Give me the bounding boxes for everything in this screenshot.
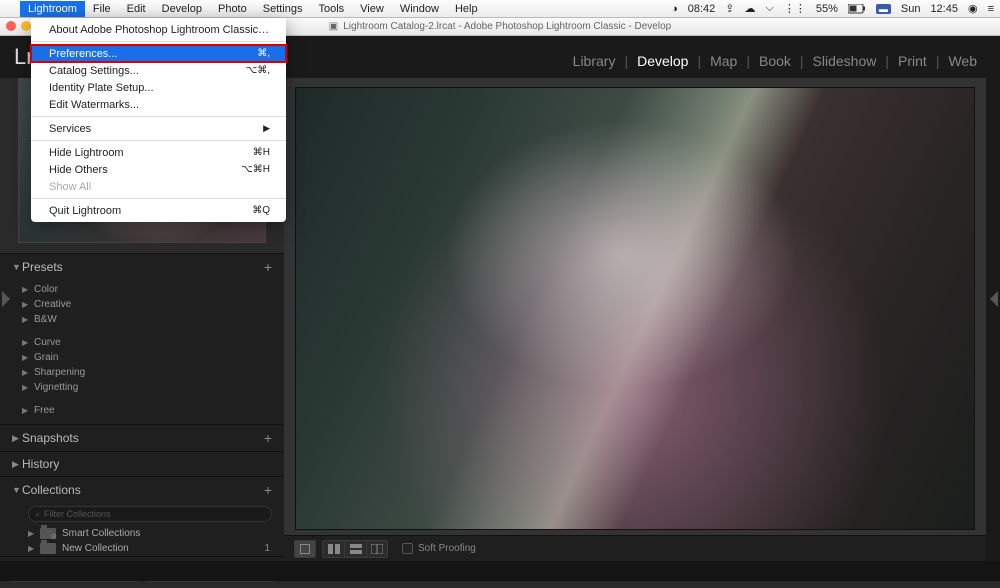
collection-item[interactable]: ▶ New Collection1 xyxy=(0,541,284,556)
smart-collection-folder-icon xyxy=(40,528,56,539)
expand-right-arrow-icon[interactable] xyxy=(990,291,998,307)
preset-group[interactable]: ▶Sharpening xyxy=(18,365,280,380)
presets-panel: ▼ Presets + ▶Color ▶Creative ▶B&W ▶Curve… xyxy=(0,253,284,424)
menu-catalog-settings[interactable]: Catalog Settings...⌥⌘, xyxy=(31,62,286,79)
snapshots-header[interactable]: ▶ Snapshots + xyxy=(0,425,284,451)
menu-quit[interactable]: Quit Lightroom⌘Q xyxy=(31,202,286,219)
battery-percent: 55% xyxy=(816,3,838,15)
module-book[interactable]: Book xyxy=(750,53,800,69)
menu-services[interactable]: Services▶ xyxy=(31,120,286,137)
collection-item[interactable]: ▶ Smart Collections xyxy=(0,526,284,541)
battery-icon xyxy=(848,4,866,14)
module-develop[interactable]: Develop xyxy=(628,53,697,69)
preset-group[interactable]: ▶Creative xyxy=(18,297,280,312)
menu-help[interactable]: Help xyxy=(447,1,486,17)
clock-right: 12:45 xyxy=(930,3,958,15)
soft-proofing-toggle[interactable]: Soft Proofing xyxy=(402,543,476,554)
filmstrip-collapsed[interactable] xyxy=(0,561,1000,581)
before-after-tb-button[interactable] xyxy=(344,540,366,558)
flag-icon[interactable]: ▬ xyxy=(876,4,891,14)
menu-hide-others[interactable]: Hide Others⌥⌘H xyxy=(31,161,286,178)
preset-group[interactable]: ▶Free xyxy=(18,403,280,418)
right-panel-collapsed[interactable] xyxy=(986,78,1000,561)
module-library[interactable]: Library xyxy=(564,53,625,69)
close-window-icon[interactable] xyxy=(6,21,16,31)
minimize-window-icon[interactable] xyxy=(21,21,31,31)
before-after-lr-button[interactable] xyxy=(322,540,344,558)
filter-collections-input[interactable]: ⌕ Filter Collections xyxy=(28,506,272,522)
module-slideshow[interactable]: Slideshow xyxy=(804,53,886,69)
module-map[interactable]: Map xyxy=(701,53,746,69)
menu-develop[interactable]: Develop xyxy=(154,1,210,17)
add-preset-icon[interactable]: + xyxy=(264,259,272,275)
preset-group[interactable]: ▶B&W xyxy=(18,312,280,327)
disclosure-right-icon: ▶ xyxy=(12,433,22,444)
menu-file[interactable]: File xyxy=(85,1,119,17)
menu-show-all: Show All xyxy=(31,178,286,195)
before-after-split-button[interactable] xyxy=(366,540,388,558)
preset-group[interactable]: ▶Grain xyxy=(18,350,280,365)
menu-tools[interactable]: Tools xyxy=(310,1,352,17)
presets-header[interactable]: ▼ Presets + xyxy=(0,254,284,280)
disclosure-down-icon: ▼ xyxy=(12,262,22,272)
status-icon: ◑ xyxy=(671,3,678,15)
menu-hide-app[interactable]: Hide Lightroom⌘H xyxy=(31,144,286,161)
clock-day: Sun xyxy=(901,3,921,15)
history-header[interactable]: ▶ History xyxy=(0,452,284,476)
wifi-icon[interactable]: ⋮⋮ xyxy=(784,2,806,15)
disclosure-down-icon: ▼ xyxy=(12,485,22,495)
doc-title: Lightroom Catalog-2.lrcat - Adobe Photos… xyxy=(343,21,671,32)
menu-view[interactable]: View xyxy=(352,1,392,17)
compare-view-group xyxy=(322,540,388,558)
preset-group[interactable]: ▶Color xyxy=(18,282,280,297)
collections-panel: ▼ Collections + ⌕ Filter Collections ▶ S… xyxy=(0,476,284,556)
search-icon: ⌕ xyxy=(35,509,40,520)
menubar-status-right: ◑ 08:42 ⇪ ☁ ⌵ ⋮⋮ 55% ▬ Sun 12:45 ◉ ≡ xyxy=(671,2,994,15)
doc-icon: ▣ xyxy=(329,21,338,32)
menu-window[interactable]: Window xyxy=(392,1,447,17)
bluetooth-icon[interactable]: ⌵ xyxy=(765,2,773,15)
menu-edit[interactable]: Edit xyxy=(119,1,154,17)
cloud-icon[interactable]: ☁ xyxy=(744,2,755,15)
add-collection-icon[interactable]: + xyxy=(264,482,272,498)
siri-icon[interactable]: ◉ xyxy=(968,2,978,15)
center-area: Soft Proofing xyxy=(284,78,986,561)
preset-group[interactable]: ▶Vignetting xyxy=(18,380,280,395)
loupe-view-button[interactable] xyxy=(294,540,316,558)
dropbox-icon[interactable]: ⇪ xyxy=(725,2,734,15)
checkbox-icon xyxy=(402,543,413,554)
module-web[interactable]: Web xyxy=(939,53,986,69)
menu-photo[interactable]: Photo xyxy=(210,1,255,17)
menu-edit-watermarks[interactable]: Edit Watermarks... xyxy=(31,96,286,113)
menu-settings[interactable]: Settings xyxy=(255,1,311,17)
preset-group[interactable]: ▶Curve xyxy=(18,335,280,350)
clock-left: 08:42 xyxy=(688,3,716,15)
add-snapshot-icon[interactable]: + xyxy=(264,430,272,446)
module-picker: Library| Develop| Map| Book| Slideshow| … xyxy=(564,48,986,74)
expand-left-arrow-icon[interactable] xyxy=(2,291,10,307)
submenu-arrow-icon: ▶ xyxy=(263,123,270,134)
module-print[interactable]: Print xyxy=(889,53,936,69)
menu-app[interactable]: Lightroom xyxy=(20,1,85,17)
notification-center-icon[interactable]: ≡ xyxy=(988,3,994,15)
collection-folder-icon xyxy=(40,543,56,554)
app-menu-dropdown: About Adobe Photoshop Lightroom Classic … xyxy=(31,18,286,222)
loupe-image[interactable] xyxy=(296,88,974,529)
menu-identity-plate[interactable]: Identity Plate Setup... xyxy=(31,79,286,96)
disclosure-right-icon: ▶ xyxy=(12,459,22,470)
mac-menubar: Lightroom File Edit Develop Photo Settin… xyxy=(0,0,1000,18)
menu-about[interactable]: About Adobe Photoshop Lightroom Classic … xyxy=(31,21,286,38)
collections-header[interactable]: ▼ Collections + xyxy=(0,477,284,503)
menu-preferences[interactable]: Preferences...⌘, xyxy=(31,45,286,62)
develop-toolbar: Soft Proofing xyxy=(284,535,986,561)
